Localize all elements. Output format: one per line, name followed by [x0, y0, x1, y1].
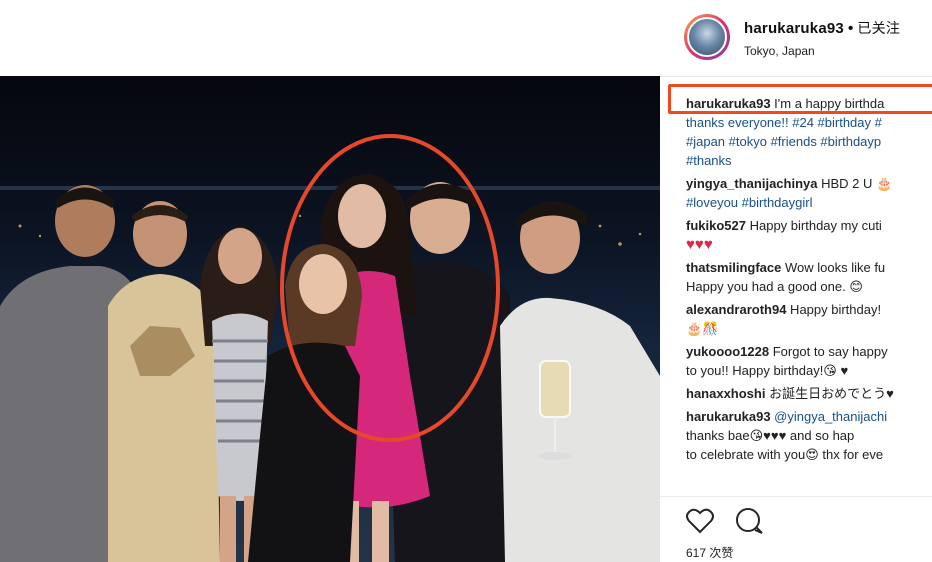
- comment-username[interactable]: harukaruka93: [686, 409, 771, 424]
- comment-username[interactable]: fukiko527: [686, 218, 746, 233]
- comment-4: alexandraroth94 Happy birthday!: [686, 300, 932, 319]
- follow-status[interactable]: 已关注: [857, 20, 900, 36]
- top-white-strip: [0, 0, 660, 76]
- location-link[interactable]: Tokyo, Japan: [744, 44, 815, 58]
- caption-line-1: harukaruka93 I'm a happy birthda: [686, 94, 932, 113]
- comment-1-line-2[interactable]: #loveyou #birthdaygirl: [686, 193, 932, 212]
- person-2: [108, 201, 220, 562]
- comment-7: harukaruka93 @yingya_thanijachi: [686, 407, 932, 426]
- comment-7-line-2: thanks bae😘♥♥♥ and so hap: [686, 428, 855, 443]
- comment-4-line-2: 🎂🎊: [686, 321, 719, 336]
- heart-outline-icon[interactable]: [686, 508, 714, 534]
- username-text[interactable]: harukaruka93: [744, 20, 844, 37]
- header-divider: [660, 76, 932, 77]
- likes-count[interactable]: 617 次赞: [686, 544, 733, 561]
- comment-3-line-2: Happy you had a good one. 😊: [686, 279, 863, 294]
- comments-list: harukaruka93 I'm a happy birthda thanks …: [686, 94, 932, 464]
- username-link[interactable]: harukaruka93 • 已关注: [744, 18, 900, 38]
- post-side-panel: harukaruka93 • 已关注 Tokyo, Japan harukaruka…: [660, 0, 932, 562]
- comment-5: yukoooo1228 Forgot to say happy: [686, 342, 932, 361]
- comment-6: hanaxxhoshi お誕生日おめでとう♥: [686, 384, 932, 403]
- comment-1: yingya_thanijachinya HBD 2 U 🎂: [686, 174, 932, 193]
- comment-text: Happy birthday my cuti: [745, 218, 882, 233]
- actions-divider: [660, 496, 932, 497]
- post-photo[interactable]: [0, 76, 660, 562]
- comment-mention[interactable]: @yingya_thanijachi: [771, 409, 887, 424]
- party-photo-illustration: [0, 134, 660, 562]
- comment-username[interactable]: hanaxxhoshi: [686, 386, 765, 401]
- comment-text: Happy birthday!: [786, 302, 882, 317]
- comment-3: thatsmilingface Wow looks like fu: [686, 258, 932, 277]
- comment-text: HBD 2 U 🎂: [817, 176, 893, 191]
- post-header: harukaruka93 • 已关注 Tokyo, Japan: [660, 0, 932, 76]
- separator-dot: •: [847, 20, 854, 37]
- caption-line-3[interactable]: #japan #tokyo #friends #birthdayp: [686, 132, 932, 151]
- action-bar: [686, 506, 776, 541]
- comment-text: Forgot to say happy: [769, 344, 888, 359]
- comment-username[interactable]: yukoooo1228: [686, 344, 769, 359]
- comment-text: Wow looks like fu: [781, 260, 886, 275]
- caption-line-4[interactable]: #thanks: [686, 151, 932, 170]
- comment-username[interactable]: yingya_thanijachinya: [686, 176, 818, 191]
- comment-text: お誕生日おめでとう♥: [765, 386, 894, 401]
- comment-7-line-3: to celebrate with you😍 thx for eve: [686, 447, 884, 462]
- comment-bubble-icon[interactable]: [736, 508, 763, 534]
- comment-username[interactable]: alexandraroth94: [686, 302, 786, 317]
- comment-5-line-2: to you!! Happy birthday!😘 ♥: [686, 363, 849, 378]
- caption-line-2[interactable]: thanks everyone!! #24 #birthday #: [686, 113, 932, 132]
- avatar[interactable]: [684, 14, 730, 60]
- caption-text: I'm a happy birthda: [770, 96, 885, 111]
- person-7: [500, 201, 660, 562]
- comment-2: fukiko527 Happy birthday my cuti: [686, 216, 932, 235]
- comment-username[interactable]: thatsmilingface: [686, 260, 781, 275]
- caption-username[interactable]: harukaruka93: [686, 96, 771, 111]
- comment-2-line-2: ♥♥♥: [686, 236, 713, 253]
